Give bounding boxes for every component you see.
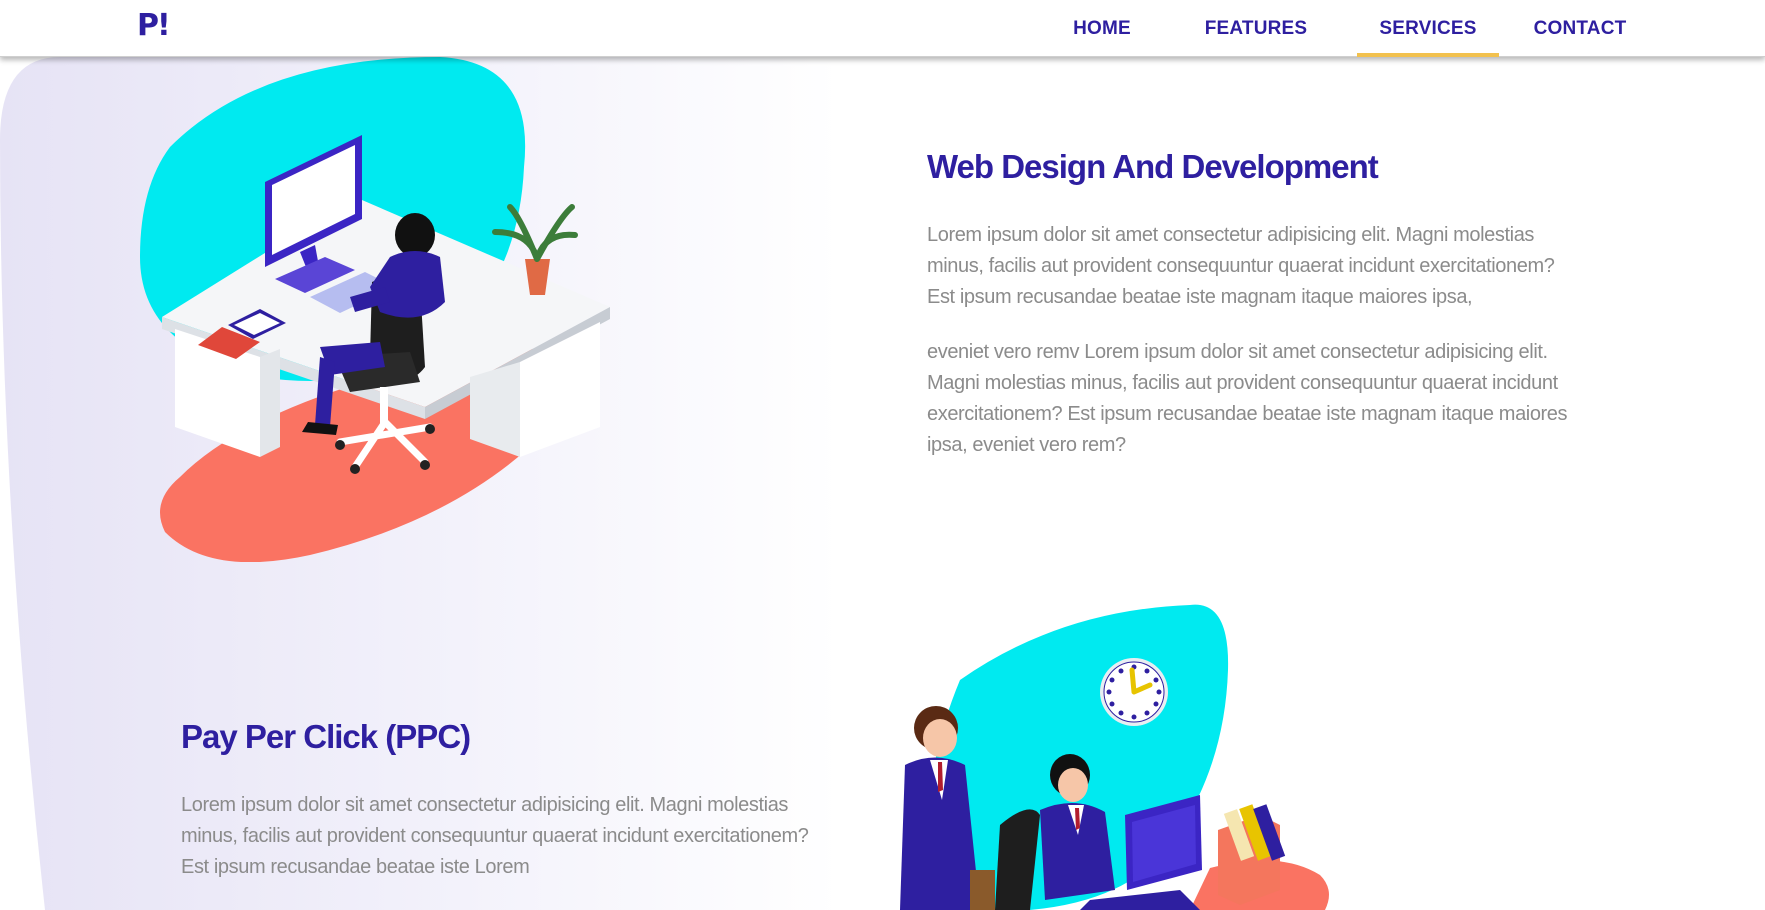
service-title-web-design: Web Design And Development xyxy=(927,148,1379,185)
nav-features[interactable]: FEATURES xyxy=(1155,0,1357,57)
nav-home[interactable]: HOME xyxy=(1049,0,1155,57)
nav-menu: HOME FEATURES SERVICES CONTACT xyxy=(1049,0,1661,57)
service-title-ppc: Pay Per Click (PPC) xyxy=(181,718,471,755)
service-paragraph: Lorem ipsum dolor sit amet consectetur a… xyxy=(181,794,809,878)
nav-services[interactable]: SERVICES xyxy=(1357,0,1499,57)
nav-contact[interactable]: CONTACT xyxy=(1499,0,1661,57)
service-paragraph: Lorem ipsum dolor sit amet consectetur a… xyxy=(927,224,1555,308)
service-paragraph: eveniet vero remv Lorem ipsum dolor sit … xyxy=(927,341,1568,456)
brand-logo[interactable]: P! xyxy=(137,8,171,43)
business-meeting-illustration xyxy=(900,604,1329,910)
office-desk-worker-illustration xyxy=(140,57,610,562)
top-navbar: P! HOME FEATURES SERVICES CONTACT xyxy=(0,0,1765,57)
